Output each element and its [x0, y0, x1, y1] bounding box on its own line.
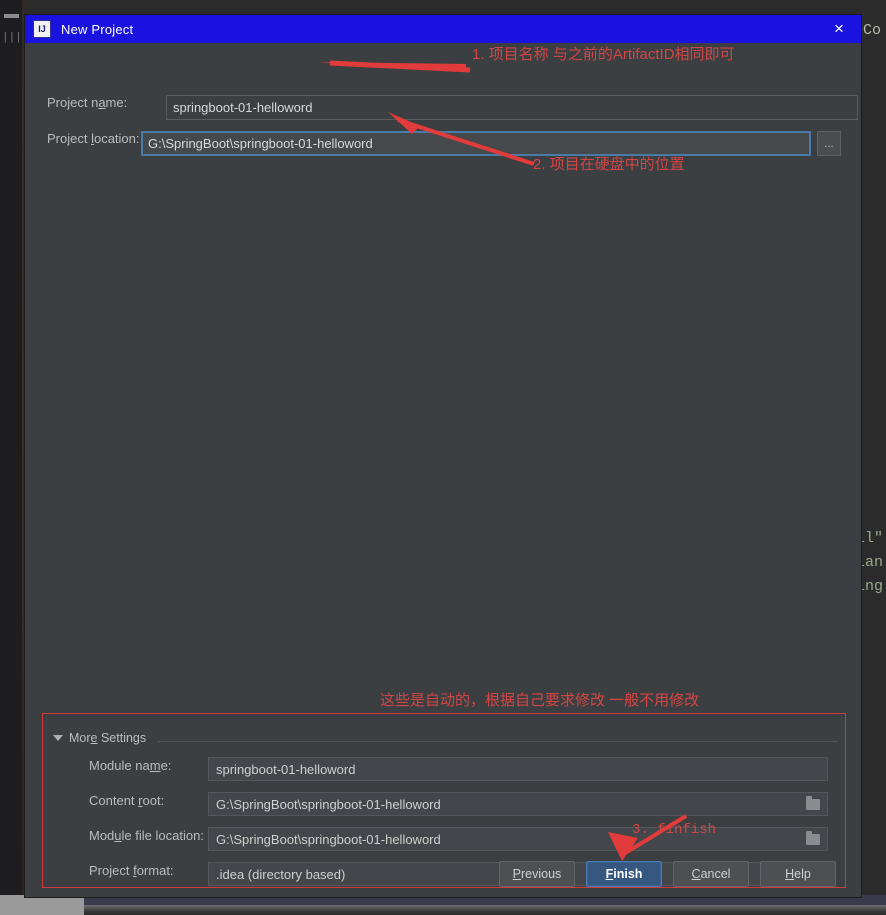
- annotation-arrows: [318, 60, 688, 861]
- screen: ||| rCo il" lan ing IJ New Project × Pro…: [0, 0, 886, 915]
